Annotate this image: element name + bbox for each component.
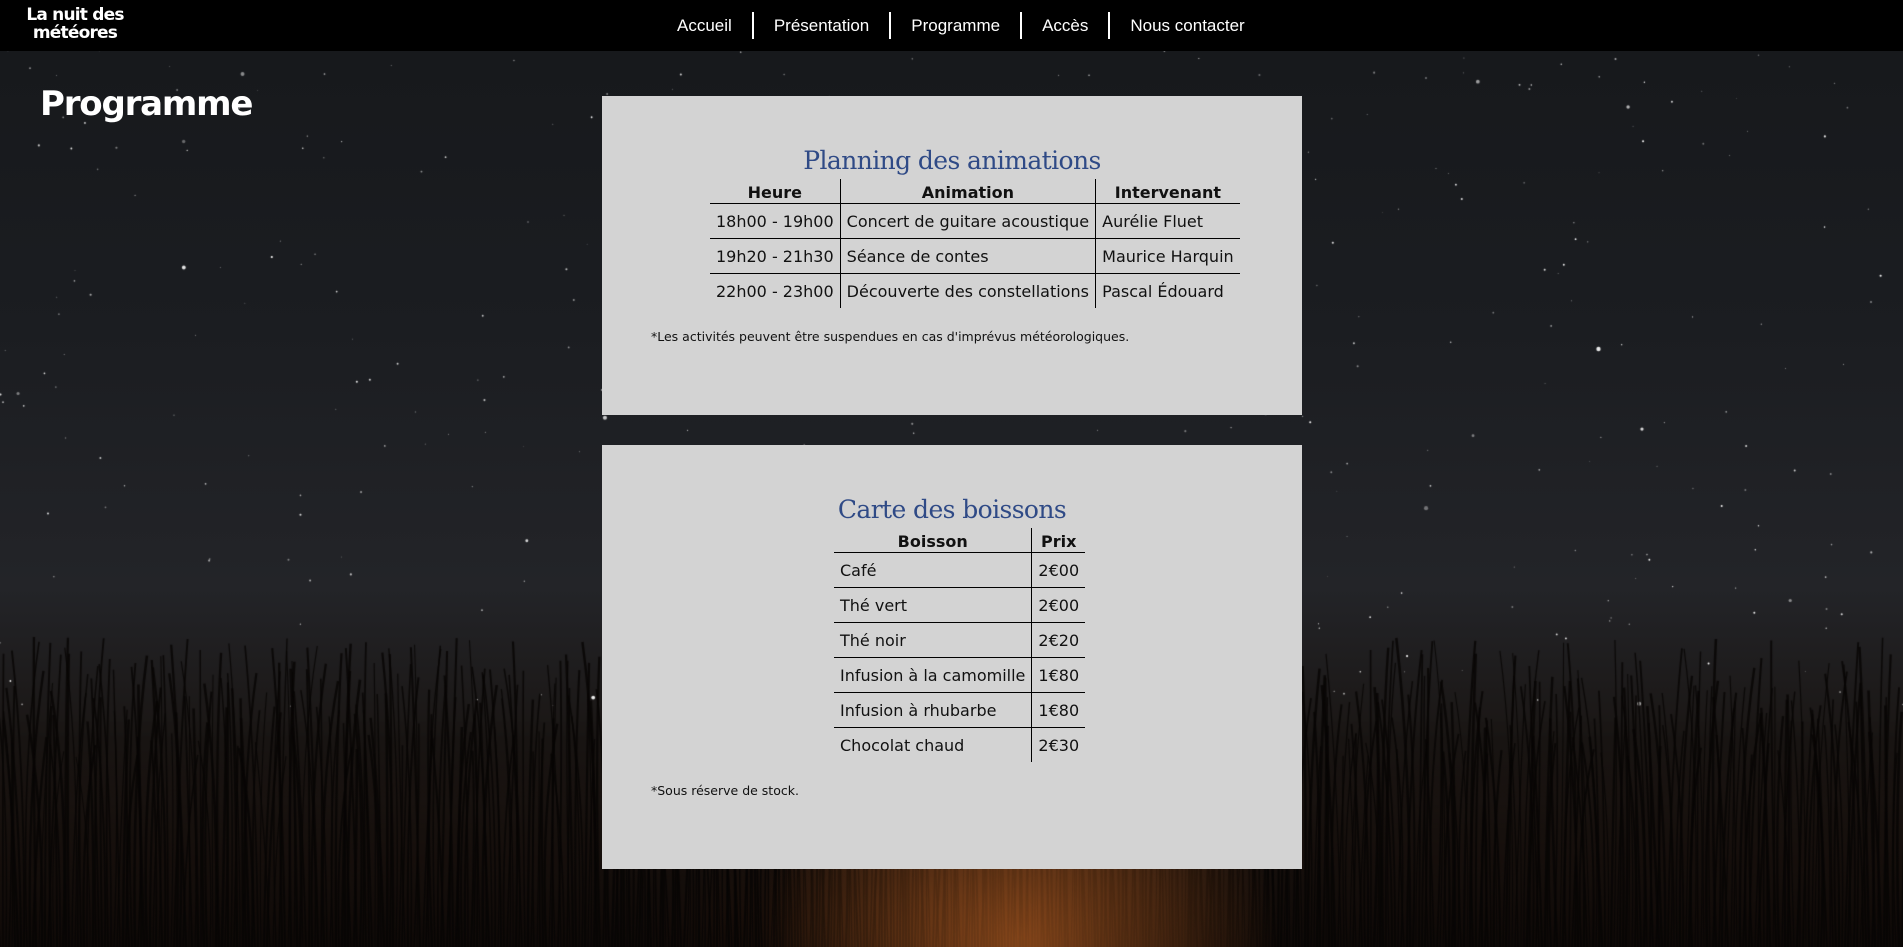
planning-cell-activity: Séance de contes bbox=[839, 238, 1096, 274]
planning-title: Planning des animations bbox=[803, 146, 1101, 175]
nav-link-acces[interactable]: Accès bbox=[1020, 12, 1108, 39]
planning-card: Planning des animations Heure Animation … bbox=[602, 96, 1302, 415]
nav-link-contact[interactable]: Nous contacter bbox=[1108, 12, 1264, 39]
table-row: Thé vert 2€00 bbox=[834, 587, 1086, 623]
drink-price: 1€80 bbox=[1031, 657, 1086, 693]
drink-price: 2€00 bbox=[1031, 587, 1086, 623]
planning-header-animation: Animation bbox=[839, 179, 1096, 204]
planning-cell-time: 18h00 - 19h00 bbox=[710, 203, 841, 239]
table-row: 18h00 - 19h00 Concert de guitare acousti… bbox=[710, 203, 1240, 239]
drinks-header-row: Boisson Prix bbox=[834, 528, 1086, 553]
drink-price: 1€80 bbox=[1031, 692, 1086, 728]
planning-cell-speaker: Aurélie Fluet bbox=[1095, 203, 1240, 239]
drink-price: 2€00 bbox=[1031, 552, 1086, 588]
drinks-title: Carte des boissons bbox=[837, 495, 1067, 524]
drink-name: Café bbox=[834, 552, 1032, 588]
table-row: Chocolat chaud 2€30 bbox=[834, 727, 1086, 762]
drink-name: Thé vert bbox=[834, 587, 1032, 623]
planning-footnote: *Les activités peuvent être suspendues e… bbox=[651, 329, 1130, 344]
site-logo[interactable]: La nuit des météores bbox=[22, 6, 128, 42]
table-row: Infusion à rhubarbe 1€80 bbox=[834, 692, 1086, 728]
planning-header-row: Heure Animation Intervenant bbox=[710, 179, 1240, 204]
drinks-table: Boisson Prix Café 2€00 Thé vert 2€00 Thé… bbox=[834, 528, 1086, 762]
table-row: 19h20 - 21h30 Séance de contes Maurice H… bbox=[710, 238, 1240, 274]
table-row: 22h00 - 23h00 Découverte des constellati… bbox=[710, 273, 1240, 308]
planning-cell-activity: Concert de guitare acoustique bbox=[839, 203, 1096, 239]
page-title: Programme bbox=[40, 84, 253, 124]
nav-link-programme[interactable]: Programme bbox=[889, 12, 1020, 39]
nav-link-accueil[interactable]: Accueil bbox=[657, 12, 752, 39]
planning-cell-time: 22h00 - 23h00 bbox=[716, 281, 834, 301]
planning-cell-time: 19h20 - 21h30 bbox=[710, 238, 841, 274]
drinks-header-prix: Prix bbox=[1031, 528, 1086, 553]
table-row: Café 2€00 bbox=[834, 552, 1086, 588]
planning-cell-speaker: Maurice Harquin bbox=[1095, 238, 1240, 274]
drink-price: 2€30 bbox=[1031, 727, 1086, 762]
planning-cell-speaker: Pascal Édouard bbox=[1095, 273, 1240, 308]
drinks-card: Carte des boissons Boisson Prix Café 2€0… bbox=[602, 445, 1302, 869]
drink-name: Thé noir bbox=[834, 622, 1032, 658]
nav-link-presentation[interactable]: Présentation bbox=[751, 12, 889, 39]
logo-line-2: météores bbox=[32, 23, 118, 43]
top-navigation-bar: La nuit des météores Accueil Présentatio… bbox=[0, 0, 1903, 51]
drink-name: Infusion à la camomille bbox=[834, 657, 1032, 693]
drinks-footnote: *Sous réserve de stock. bbox=[651, 783, 799, 798]
drink-name: Infusion à rhubarbe bbox=[834, 692, 1032, 728]
table-row: Thé noir 2€20 bbox=[834, 622, 1086, 658]
drink-price: 2€20 bbox=[1031, 622, 1086, 658]
planning-header-heure: Heure bbox=[710, 179, 841, 204]
table-row: Infusion à la camomille 1€80 bbox=[834, 657, 1086, 693]
drinks-header-boisson: Boisson bbox=[834, 528, 1032, 553]
planning-table: Heure Animation Intervenant 18h00 - 19h0… bbox=[710, 179, 1240, 308]
main-nav: Accueil Présentation Programme Accès Nou… bbox=[657, 12, 1265, 39]
logo-line-1: La nuit des bbox=[26, 5, 124, 25]
planning-cell-activity: Découverte des constellations bbox=[839, 273, 1096, 308]
drink-name: Chocolat chaud bbox=[840, 735, 965, 755]
planning-header-intervenant: Intervenant bbox=[1095, 179, 1240, 204]
